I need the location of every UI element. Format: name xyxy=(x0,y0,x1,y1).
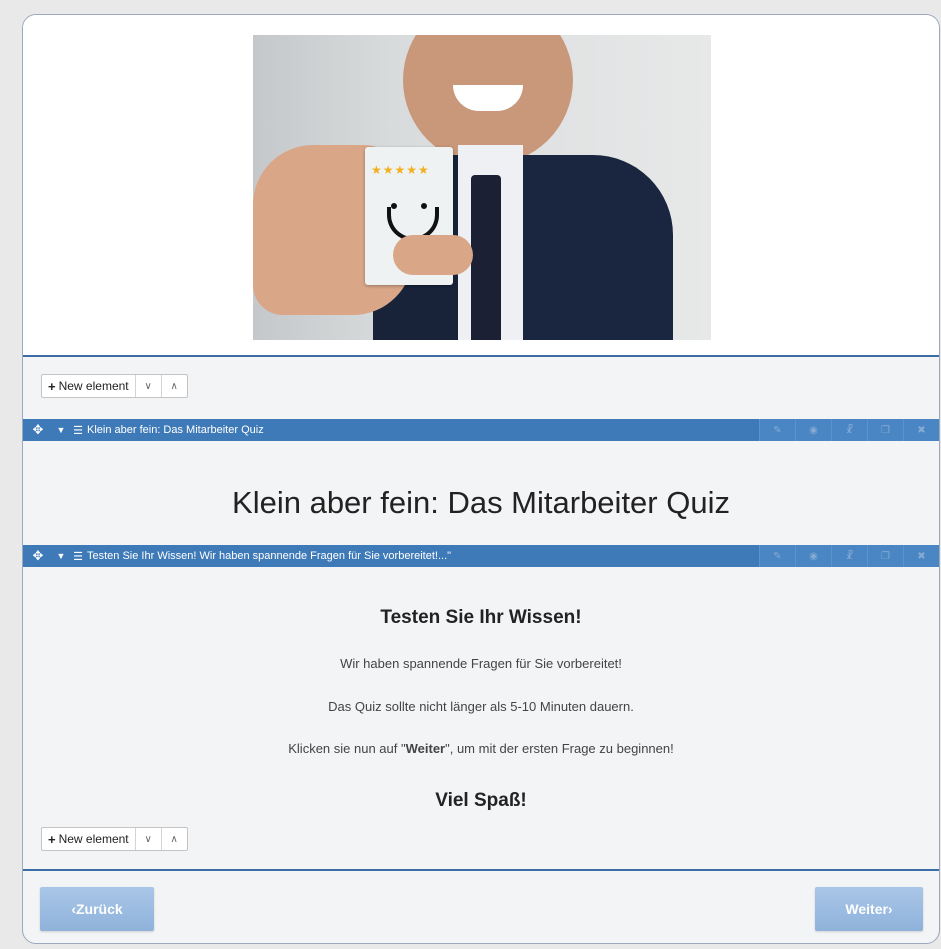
trash-icon[interactable]: ✖ xyxy=(903,545,939,567)
footer-divider xyxy=(23,869,939,871)
text-lines-icon: ☰ xyxy=(73,424,83,437)
plus-icon: + xyxy=(48,831,56,847)
new-element-label: New element xyxy=(58,379,129,393)
chevron-down-icon: ∨ xyxy=(144,380,152,392)
line3-before: Klicken sie nun auf " xyxy=(288,741,406,756)
move-up-button[interactable]: ∧ xyxy=(162,828,187,850)
move-icon[interactable]: ✥ xyxy=(23,548,53,564)
new-element-toolbar-top: + New element ∨ ∧ xyxy=(41,374,188,398)
chevron-up-icon: ∧ xyxy=(170,833,178,845)
pencil-icon[interactable]: ✎ xyxy=(759,545,795,567)
chevron-down-icon: ∨ xyxy=(144,833,152,845)
collapse-triangle-icon[interactable]: ▼ xyxy=(53,425,69,435)
stars-rating: ★★★★★ xyxy=(371,163,430,177)
move-up-button[interactable]: ∧ xyxy=(162,375,187,397)
text-lines-icon: ☰ xyxy=(73,550,83,563)
editor-frame: ★★★★★ + New element ∨ ∧ ✥ ▼ ☰ Klein aber… xyxy=(22,14,940,944)
back-button[interactable]: ‹Zurück xyxy=(40,887,154,931)
collapse-triangle-icon[interactable]: ▼ xyxy=(53,551,69,561)
page-heading: Klein aber fein: Das Mitarbeiter Quiz xyxy=(232,485,730,520)
copy-icon[interactable]: ❐ xyxy=(867,419,903,441)
content-line-3: Klicken sie nun auf "Weiter", um mit der… xyxy=(23,741,939,756)
line3-after: ", um mit der ersten Frage zu beginnen! xyxy=(445,741,674,756)
move-down-button[interactable]: ∨ xyxy=(136,828,162,850)
pencil-icon[interactable]: ✎ xyxy=(759,419,795,441)
next-button[interactable]: Weiter› xyxy=(815,887,923,931)
smiley-card-photo[interactable]: ★★★★★ xyxy=(253,35,711,340)
pin-icon[interactable]: ☧ xyxy=(831,545,867,567)
plus-icon: + xyxy=(48,378,56,394)
tie-shape xyxy=(471,175,501,340)
element-tools: ✎ ◉ ☧ ❐ ✖ xyxy=(759,545,939,567)
new-element-label: New element xyxy=(58,832,129,846)
content-closing: Viel Spaß! xyxy=(435,790,527,811)
thumb-shape xyxy=(393,235,473,275)
chevron-up-icon: ∧ xyxy=(170,380,178,392)
new-element-button[interactable]: + New element xyxy=(42,375,136,397)
line3-bold: Weiter xyxy=(405,741,446,756)
content-title: Testen Sie Ihr Wissen! xyxy=(380,607,582,628)
element-title: Klein aber fein: Das Mitarbeiter Quiz xyxy=(87,424,264,436)
element-header-text: ✥ ▼ ☰ Testen Sie Ihr Wissen! Wir haben s… xyxy=(23,545,939,567)
element-header-heading: ✥ ▼ ☰ Klein aber fein: Das Mitarbeiter Q… xyxy=(23,419,939,441)
new-element-button[interactable]: + New element xyxy=(42,828,136,850)
content-line-2: Das Quiz sollte nicht länger als 5-10 Mi… xyxy=(328,699,634,714)
pin-icon[interactable]: ☧ xyxy=(831,419,867,441)
element-tools: ✎ ◉ ☧ ❐ ✖ xyxy=(759,419,939,441)
trash-icon[interactable]: ✖ xyxy=(903,419,939,441)
copy-icon[interactable]: ❐ xyxy=(867,545,903,567)
content-line-1: Wir haben spannende Fragen für Sie vorbe… xyxy=(340,656,622,671)
eye-icon[interactable]: ◉ xyxy=(795,545,831,567)
element-title: Testen Sie Ihr Wissen! Wir haben spannen… xyxy=(87,550,452,562)
move-down-button[interactable]: ∨ xyxy=(136,375,162,397)
new-element-toolbar-bottom: + New element ∨ ∧ xyxy=(41,827,188,851)
move-icon[interactable]: ✥ xyxy=(23,422,53,438)
image-block: ★★★★★ xyxy=(23,15,939,357)
eye-icon[interactable]: ◉ xyxy=(795,419,831,441)
